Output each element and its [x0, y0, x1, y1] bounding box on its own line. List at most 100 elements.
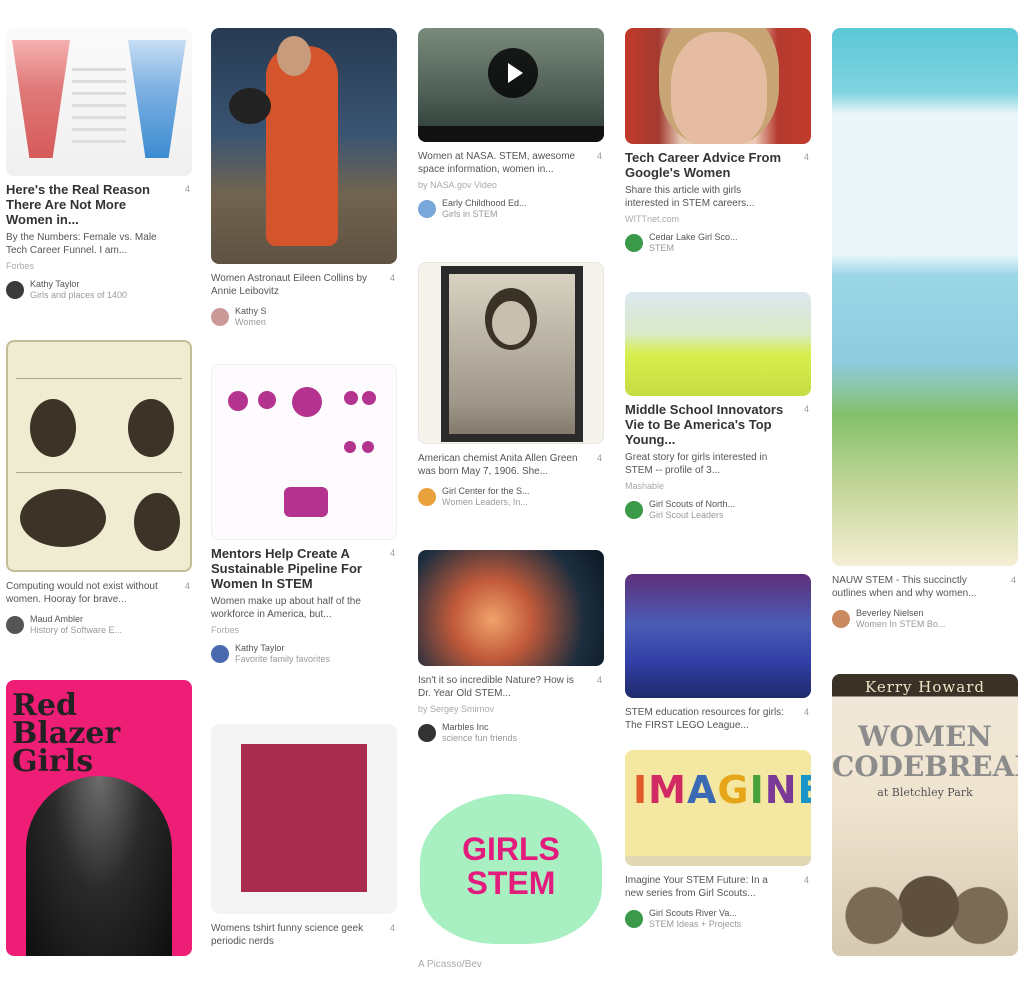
pinner-name[interactable]: Maud Ambler [30, 614, 83, 624]
pin-image[interactable] [211, 28, 397, 264]
avatar[interactable] [625, 234, 643, 252]
pin-board: Here's the Real Reason There Are Not Mor… [0, 0, 1024, 996]
pinner-name[interactable]: Girl Scouts River Va... [649, 908, 737, 918]
avatar[interactable] [418, 488, 436, 506]
pin-tech-career-funnel[interactable]: Here's the Real Reason There Are Not Mor… [6, 28, 192, 301]
pinner-name[interactable]: Beverley Nielsen [856, 608, 924, 618]
pinner-name[interactable]: Cedar Lake Girl Sco... [649, 232, 738, 242]
board-name[interactable]: Women In STEM Bo... [856, 619, 945, 630]
avatar[interactable] [211, 308, 229, 326]
avatar[interactable] [625, 910, 643, 928]
avatar[interactable] [625, 501, 643, 519]
pin-image[interactable] [625, 28, 811, 144]
pin-mentors-stem[interactable]: Mentors Help Create A Sustainable Pipeli… [211, 364, 397, 665]
pin-repin-count: 4 [803, 152, 809, 162]
pinner-name[interactable]: Girl Center for the S... [442, 486, 530, 496]
pin-source[interactable]: WITTnet.com [625, 214, 811, 224]
board-name[interactable]: STEM Ideas + Projects [649, 919, 741, 930]
pinner-name[interactable]: Kathy Taylor [30, 279, 79, 289]
pin-women-codebreakers[interactable]: Kerry Howard WOMEN CODEBREAKERS at Bletc… [832, 674, 1018, 956]
pin-attribution[interactable]: Girl Scouts River Va... STEM Ideas + Proj… [625, 908, 811, 930]
pin-lionfish[interactable]: Isn't it so incredible Nature? How is Dr… [418, 550, 604, 744]
avatar[interactable] [6, 281, 24, 299]
pin-source[interactable]: Forbes [6, 261, 192, 271]
pin-stem-infographic[interactable]: NAUW STEM - This succinctly outlines whe… [832, 28, 1018, 630]
pin-girls-stem-heart[interactable]: GIRLS STEM A Picasso/Bev [418, 786, 604, 971]
board-name[interactable]: Favorite family favorites [235, 654, 330, 665]
board-name[interactable]: History of Software E... [30, 625, 122, 636]
pin-google-women[interactable]: Tech Career Advice From Google's Women 4… [625, 28, 811, 254]
portrait-face [492, 301, 530, 345]
pin-womens-tshirt[interactable]: Womens tshirt funny science geek periodi… [211, 724, 397, 948]
pin-attribution[interactable]: Kathy Taylor Favorite family favorites [211, 643, 397, 665]
pin-image[interactable]: Kerry Howard WOMEN CODEBREAKERS at Bletc… [832, 674, 1018, 956]
pin-repin-count: 4 [389, 923, 395, 933]
certificate-row [16, 378, 182, 466]
pinner-name[interactable]: Early Childhood Ed... [442, 198, 527, 208]
play-icon[interactable] [488, 48, 538, 98]
pinner-name[interactable]: Girl Scouts of North... [649, 499, 735, 509]
pin-eileen-collins[interactable]: Women Astronaut Eileen Collins by Annie … [211, 28, 397, 328]
avatar[interactable] [6, 616, 24, 634]
pin-attribution[interactable]: Kathy S Women [211, 306, 397, 328]
book-subtitle: at Bletchley Park [877, 786, 973, 799]
pin-attribution[interactable]: Cedar Lake Girl Sco... STEM [625, 232, 811, 254]
pin-first-lego-league[interactable]: STEM education resources for girls: The … [625, 574, 811, 732]
pin-attribution[interactable]: Girl Scouts of North... Girl Scout Leader… [625, 499, 811, 521]
pin-image[interactable]: IMAGINE [625, 750, 811, 866]
pin-title: Mentors Help Create A Sustainable Pipeli… [211, 546, 395, 591]
pin-red-blazer-girls[interactable]: Red Blazer Girls [6, 680, 192, 956]
pin-video[interactable] [418, 28, 604, 142]
pin-imagine-stem[interactable]: IMAGINE Imagine Your STEM Future: In a n… [625, 750, 811, 930]
pin-attribution[interactable]: Kathy Taylor Girls and places of 1400 [6, 279, 192, 301]
pin-attribution[interactable]: Beverley Nielsen Women In STEM Bo... [832, 608, 1018, 630]
avatar[interactable] [418, 200, 436, 218]
pin-source[interactable]: by NASA.gov Video [418, 180, 604, 190]
pin-image[interactable] [832, 28, 1018, 566]
pin-attribution[interactable]: Marbles Inc science fun friends [418, 722, 604, 744]
board-name[interactable]: Women [235, 317, 267, 328]
pinner-name[interactable]: Marbles Inc [442, 722, 489, 732]
pin-source[interactable]: Mashable [625, 481, 811, 491]
pin-image[interactable]: GIRLS STEM [418, 786, 604, 950]
avatar[interactable] [832, 610, 850, 628]
pin-image[interactable] [6, 28, 192, 176]
pin-image[interactable] [6, 340, 192, 572]
pin-source[interactable]: by Sergey Smirnov [418, 704, 604, 714]
pin-attribution[interactable]: Early Childhood Ed... Girls in STEM [418, 198, 604, 220]
infographic-icon [362, 391, 376, 405]
pinner-name[interactable]: Kathy Taylor [235, 643, 284, 653]
pin-description: American chemist Anita Allen Green was b… [418, 453, 602, 477]
pin-image[interactable]: Red Blazer Girls [6, 680, 192, 956]
pin-description: A Picasso/Bev [418, 959, 482, 970]
pin-computing-women[interactable]: Computing would not exist without women.… [6, 340, 192, 636]
infographic-icon [344, 441, 356, 453]
pin-anita-allen-green[interactable]: American chemist Anita Allen Green was b… [418, 262, 604, 508]
portrait [30, 399, 76, 457]
pinner-name[interactable]: Kathy S [235, 306, 267, 316]
avatar[interactable] [211, 645, 229, 663]
pin-description: STEM education resources for girls: The … [625, 707, 809, 731]
pin-image[interactable] [625, 574, 811, 698]
pin-image[interactable] [211, 364, 397, 540]
board-name[interactable]: Girl Scout Leaders [649, 510, 735, 521]
board-name[interactable]: Girls and places of 1400 [30, 290, 127, 301]
pin-women-at-nasa[interactable]: Women at NASA. STEM, awesome space infor… [418, 28, 604, 220]
avatar[interactable] [418, 724, 436, 742]
portrait-face [671, 32, 767, 144]
board-name[interactable]: Girls in STEM [442, 209, 527, 220]
board-name[interactable]: STEM [649, 243, 738, 254]
board-name[interactable]: Women Leaders, In... [442, 497, 530, 508]
pin-image[interactable] [211, 724, 397, 914]
portrait [134, 493, 180, 551]
board-name[interactable]: science fun friends [442, 733, 517, 744]
pin-source[interactable]: Forbes [211, 625, 397, 635]
pin-repin-count: 4 [596, 453, 602, 463]
pin-attribution[interactable]: Maud Ambler History of Software E... [6, 614, 192, 636]
pin-attribution[interactable]: Girl Center for the S... Women Leaders, I… [418, 486, 604, 508]
pin-image[interactable] [418, 550, 604, 666]
pin-middle-school-innovators[interactable]: Middle School Innovators Vie to Be Ameri… [625, 292, 811, 521]
infographic-chart [292, 387, 322, 417]
pin-image[interactable] [625, 292, 811, 396]
pin-image[interactable] [418, 262, 604, 444]
